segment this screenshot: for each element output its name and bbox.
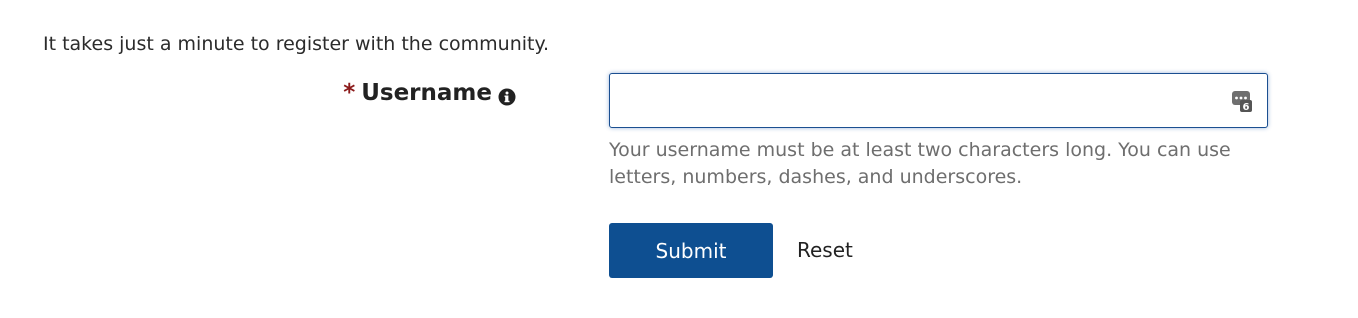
submit-button[interactable]: Submit	[609, 223, 773, 278]
info-circle-icon[interactable]	[498, 84, 516, 106]
reset-button[interactable]: Reset	[797, 236, 853, 264]
registration-intro-text: It takes just a minute to register with …	[43, 33, 550, 55]
username-input[interactable]	[610, 74, 1267, 127]
password-manager-icon[interactable]: 6	[1231, 89, 1253, 113]
username-input-wrapper: 6	[609, 73, 1268, 128]
username-label: * Username	[343, 78, 516, 108]
required-marker: *	[343, 80, 356, 106]
username-help-text: Your username must be at least two chara…	[609, 139, 1231, 188]
username-label-text: Username	[361, 80, 492, 106]
password-manager-badge: 6	[1243, 102, 1250, 113]
